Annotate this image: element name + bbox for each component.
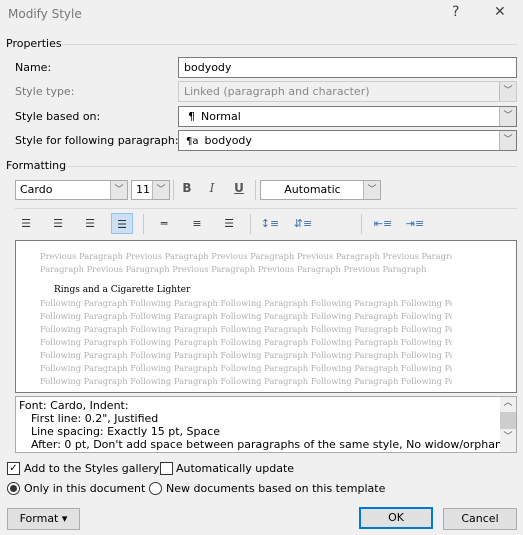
following-paragraph: Following Paragraph Following Paragraph … [40, 298, 452, 308]
properties-heading: Properties [6, 37, 62, 50]
style-based-on-label: Style based on: [15, 110, 101, 123]
help-button[interactable]: ? [452, 4, 459, 20]
style-based-on-value: Normal [201, 110, 241, 123]
chevron-down-icon: ﹀ [499, 82, 516, 101]
window-title: Modify Style [8, 7, 82, 21]
description-line: After: 0 pt, Don't add space between par… [31, 438, 502, 451]
description-line: Font: Cardo, Indent: [19, 399, 129, 412]
double-spacing-icon[interactable]: ☰ [218, 213, 240, 234]
following-paragraph: Following Paragraph Following Paragraph … [40, 311, 452, 321]
divider [15, 208, 517, 209]
divider [62, 44, 517, 45]
separator [255, 180, 256, 200]
underline-button[interactable]: U [229, 181, 249, 199]
font-select[interactable]: Cardo ﹀ [15, 180, 128, 200]
chevron-down-icon: ﹀ [110, 181, 127, 199]
new-documents-radio[interactable] [149, 482, 162, 495]
following-paragraph: Following Paragraph Following Paragraph … [40, 350, 452, 360]
previous-paragraph: Paragraph Previous Paragraph Previous Pa… [40, 264, 427, 274]
style-preview: Previous Paragraph Previous Paragraph Pr… [15, 240, 517, 393]
add-to-gallery-label[interactable]: Add to the Styles gallery [24, 462, 159, 475]
separator [250, 214, 251, 234]
decrease-indent-icon[interactable]: ⇤≡ [372, 213, 394, 234]
separator [143, 214, 144, 234]
following-paragraph: Following Paragraph Following Paragraph … [40, 324, 452, 334]
separator [361, 214, 362, 234]
auto-update-checkbox[interactable] [160, 462, 173, 475]
justify-icon[interactable]: ☰ [111, 213, 133, 234]
ok-button[interactable]: OK [359, 507, 433, 529]
increase-indent-icon[interactable]: ⇥≡ [404, 213, 426, 234]
align-left-icon[interactable]: ☰ [15, 213, 37, 234]
following-paragraph: Following Paragraph Following Paragraph … [40, 363, 452, 373]
font-size-select[interactable]: 11 ﹀ [131, 180, 170, 200]
sample-text: Rings and a Cigarette Lighter [54, 285, 191, 295]
new-documents-label[interactable]: New documents based on this template [166, 482, 385, 495]
decrease-paragraph-spacing-icon[interactable]: ⇵≡ [292, 213, 314, 234]
following-style-select[interactable]: ¶a bodyody ﹀ [178, 130, 517, 151]
formatting-heading: Formatting [6, 159, 67, 172]
font-value: Cardo [20, 183, 53, 196]
italic-button[interactable]: I [202, 181, 222, 199]
bold-button[interactable]: B [177, 181, 197, 199]
style-type-value: Linked (paragraph and character) [184, 85, 370, 98]
following-style-value: bodyody [204, 134, 252, 147]
following-paragraph: Following Paragraph Following Paragraph … [40, 376, 452, 386]
style-type-select[interactable]: Linked (paragraph and character) ﹀ [178, 81, 517, 102]
scroll-thumb[interactable] [500, 412, 516, 429]
chevron-down-icon: ﹀ [152, 181, 169, 199]
only-this-document-radio[interactable] [7, 482, 20, 495]
name-label: Name: [15, 61, 52, 74]
scroll-down-icon[interactable]: ﹀ [500, 431, 516, 444]
single-spacing-icon[interactable]: ═ [153, 213, 175, 234]
close-button[interactable]: ✕ [494, 4, 506, 20]
auto-update-label[interactable]: Automatically update [176, 462, 294, 475]
increase-paragraph-spacing-icon[interactable]: ↕≡ [259, 213, 281, 234]
description-scrollbar[interactable]: ︿ ﹀ [500, 397, 516, 452]
name-input[interactable]: bodyody [178, 57, 517, 78]
chevron-down-icon: ﹀ [499, 107, 516, 126]
chevron-down-icon: ﹀ [363, 181, 380, 199]
only-this-document-label[interactable]: Only in this document [24, 482, 145, 495]
description-line: First line: 0.2", Justified [31, 412, 159, 425]
previous-paragraph: Previous Paragraph Previous Paragraph Pr… [40, 251, 452, 261]
linked-style-icon: ¶a [186, 136, 199, 147]
add-to-gallery-checkbox[interactable]: ✓ [7, 462, 20, 475]
cancel-button[interactable]: Cancel [443, 508, 517, 530]
style-based-on-select[interactable]: ¶ Normal ﹀ [178, 106, 517, 127]
align-right-icon[interactable]: ☰ [79, 213, 101, 234]
font-color-select[interactable]: Automatic ﹀ [260, 180, 381, 200]
separator [173, 180, 174, 200]
divider [68, 166, 517, 167]
following-paragraph: Following Paragraph Following Paragraph … [40, 337, 452, 347]
style-description: Font: Cardo, Indent: First line: 0.2", J… [15, 396, 517, 453]
description-line: Line spacing: Exactly 15 pt, Space [31, 425, 221, 438]
align-center-icon[interactable]: ☰ [47, 213, 69, 234]
font-size-value: 11 [136, 183, 150, 196]
format-button[interactable]: Format ▾ [7, 508, 80, 530]
following-style-label: Style for following paragraph: [15, 134, 179, 147]
font-color-value: Automatic [284, 183, 341, 196]
scroll-up-icon[interactable]: ︿ [500, 397, 516, 410]
style-type-label: Style type: [15, 85, 75, 98]
paragraph-icon: ¶ [188, 110, 195, 123]
one-half-spacing-icon[interactable]: ≡ [186, 213, 208, 234]
chevron-down-icon: ﹀ [499, 131, 516, 150]
